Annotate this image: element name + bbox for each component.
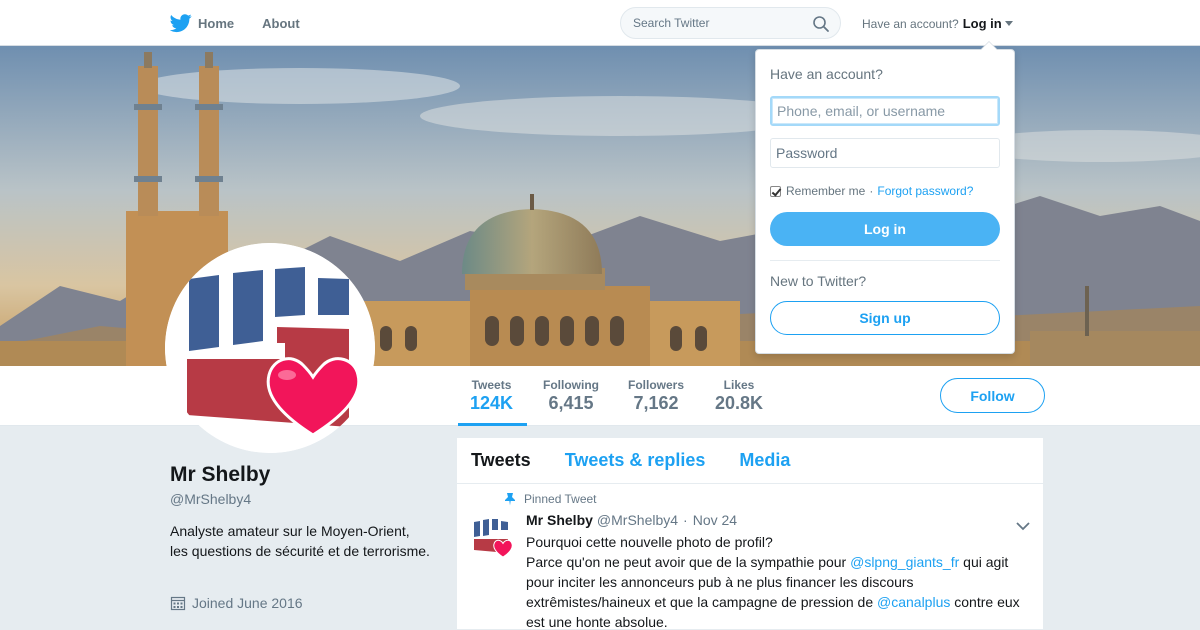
tweet-author-name[interactable]: Mr Shelby bbox=[526, 512, 593, 528]
caret-down-icon bbox=[1004, 21, 1013, 26]
new-to-twitter-text: New to Twitter? bbox=[770, 273, 867, 289]
nav-home-label: Home bbox=[198, 15, 235, 31]
stat-following[interactable]: Following 6,415 bbox=[543, 378, 599, 414]
nav-about-label: About bbox=[262, 15, 300, 31]
dropdown-divider bbox=[770, 260, 1000, 261]
remember-me-row: Remember me · Forgot password? bbox=[770, 184, 973, 198]
tweet-text-part-a: Parce qu'on ne peut avoir que de la symp… bbox=[526, 554, 851, 570]
remember-separator: · bbox=[869, 184, 874, 198]
tab-tweets-replies[interactable]: Tweets & replies bbox=[565, 450, 706, 471]
tweet-separator: · bbox=[683, 512, 688, 528]
tweet-avatar[interactable] bbox=[471, 514, 515, 558]
forgot-password-link[interactable]: Forgot password? bbox=[877, 184, 973, 198]
login-link[interactable]: Log in bbox=[963, 16, 1002, 31]
search-placeholder: Search Twitter bbox=[633, 16, 710, 30]
stat-tweets-value: 124K bbox=[470, 393, 514, 413]
tab-media[interactable]: Media bbox=[739, 450, 790, 471]
password-placeholder: Password bbox=[776, 145, 838, 161]
profile-joined-text: Joined June 2016 bbox=[192, 595, 303, 611]
tweet-text-line1: Pourquoi cette nouvelle photo de profil? bbox=[526, 534, 773, 550]
username-field[interactable]: Phone, email, or username bbox=[770, 96, 1000, 126]
have-account-text: Have an account? bbox=[862, 16, 959, 31]
stat-following-value: 6,415 bbox=[548, 393, 594, 413]
tweet-date[interactable]: Nov 24 bbox=[693, 512, 737, 528]
tweet-author-handle[interactable]: @MrShelby4 bbox=[597, 512, 678, 528]
stat-likes[interactable]: Likes 20.8K bbox=[715, 378, 763, 414]
search-icon[interactable] bbox=[812, 15, 830, 33]
signup-button[interactable]: Sign up bbox=[770, 301, 1000, 335]
stat-followers[interactable]: Followers 7,162 bbox=[628, 378, 684, 414]
remember-me-label[interactable]: Remember me bbox=[786, 184, 865, 198]
login-button[interactable]: Log in bbox=[770, 212, 1000, 246]
top-navigation-bar: Home About Search Twitter Have an accoun… bbox=[0, 0, 1200, 46]
twitter-bird-icon bbox=[170, 12, 192, 34]
username-placeholder: Phone, email, or username bbox=[777, 103, 946, 119]
tweet-header: Mr Shelby @MrShelby4 · Nov 24 bbox=[526, 512, 737, 528]
timeline-tabs: Tweets Tweets & replies Media bbox=[457, 438, 1043, 484]
calendar-icon bbox=[170, 595, 186, 611]
timeline: Tweets Tweets & replies Media Pinned Twe… bbox=[456, 437, 1044, 630]
mention-link[interactable]: @slpng_giants_fr bbox=[850, 554, 959, 570]
chevron-down-icon[interactable] bbox=[1015, 518, 1031, 531]
profile-joined: Joined June 2016 bbox=[170, 595, 303, 611]
stat-likes-value: 20.8K bbox=[715, 393, 764, 413]
stat-following-label: Following bbox=[543, 378, 599, 392]
tweet-text-body: Parce qu'on ne peut avoir que de la symp… bbox=[526, 552, 1036, 630]
nav-about[interactable]: About bbox=[262, 16, 300, 31]
tweet-text: Pourquoi cette nouvelle photo de profil?… bbox=[526, 532, 1036, 630]
stat-tweets[interactable]: Tweets 124K bbox=[457, 378, 528, 426]
login-dropdown: Have an account? Phone, email, or userna… bbox=[755, 41, 1015, 354]
stat-followers-label: Followers bbox=[628, 378, 685, 392]
pin-icon bbox=[504, 492, 516, 506]
mention-link[interactable]: @canalplus bbox=[877, 594, 950, 610]
pinned-text: Pinned Tweet bbox=[524, 492, 597, 506]
pinned-label: Pinned Tweet bbox=[504, 492, 597, 506]
nav-left: Home About bbox=[170, 0, 328, 46]
stat-followers-value: 7,162 bbox=[633, 393, 679, 413]
login-toggle[interactable]: Have an account? Log in bbox=[862, 16, 1013, 31]
stat-tweets-label: Tweets bbox=[471, 378, 512, 392]
remember-me-checkbox[interactable] bbox=[770, 185, 781, 197]
search-input[interactable]: Search Twitter bbox=[620, 7, 841, 39]
tab-tweets[interactable]: Tweets bbox=[471, 450, 531, 471]
profile-bio: Analyste amateur sur le Moyen-Orient, le… bbox=[170, 523, 430, 559]
follow-button[interactable]: Follow bbox=[940, 378, 1045, 413]
login-dropdown-title: Have an account? bbox=[770, 66, 883, 82]
profile-avatar[interactable] bbox=[165, 243, 375, 453]
profile-name: Mr Shelby bbox=[170, 463, 271, 486]
nav-home[interactable]: Home bbox=[170, 12, 234, 34]
stat-likes-label: Likes bbox=[723, 378, 755, 392]
profile-handle[interactable]: @MrShelby4 bbox=[170, 491, 251, 507]
password-field[interactable]: Password bbox=[770, 138, 1000, 168]
